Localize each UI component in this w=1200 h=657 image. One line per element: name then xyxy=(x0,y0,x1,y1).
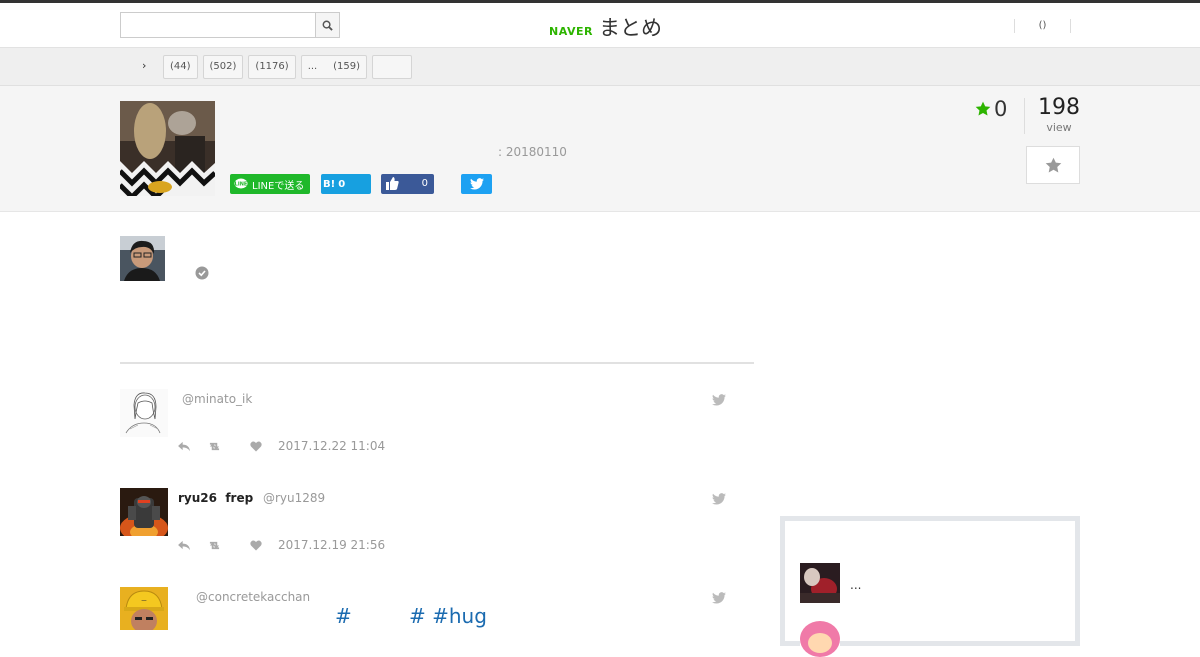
favorite-button[interactable] xyxy=(1026,146,1080,184)
twitter-icon[interactable] xyxy=(712,394,726,406)
tag-link[interactable]: ... (159) xyxy=(300,55,368,79)
site-logo[interactable]: NAVER まとめ xyxy=(549,12,662,42)
author-avatar[interactable] xyxy=(120,236,165,281)
like-heart-icon[interactable] xyxy=(250,540,262,551)
hatena-bookmark-button[interactable]: B! 0 xyxy=(321,174,371,194)
embedded-tweet: @minato_ik 2017.12.22 11:04 xyxy=(120,389,730,459)
tag-link[interactable]: (502) xyxy=(202,55,244,79)
tweet-author-handle[interactable]: @ryu1289 xyxy=(263,491,325,505)
tweet-avatar[interactable] xyxy=(120,389,168,437)
search-button[interactable] xyxy=(315,13,339,37)
related-thumbnail[interactable] xyxy=(800,617,840,657)
breadcrumb: › xyxy=(120,59,146,72)
facebook-count: 0 xyxy=(403,176,434,192)
favorite-count-value: 0 xyxy=(994,97,1008,121)
star-icon xyxy=(1045,157,1061,172)
tag-list: (44) (502) (1176) ... (159) xyxy=(163,55,413,79)
svg-text:ー: ー xyxy=(141,598,147,605)
hatena-count: 0 xyxy=(338,178,346,190)
category-bar: › (44) (502) (1176) ... (159) xyxy=(0,48,1200,86)
tweet-author-name[interactable]: ryu26 frep xyxy=(178,491,253,505)
article-date: : 20180110 xyxy=(498,145,567,159)
site-header: NAVER まとめ () xyxy=(0,3,1200,48)
line-share-button[interactable]: LINE LINEで送る xyxy=(230,174,310,194)
hatena-label: B! xyxy=(323,178,336,190)
tweet-avatar[interactable]: ー xyxy=(120,587,168,630)
tweet-avatar[interactable] xyxy=(120,488,168,536)
retweet-icon[interactable] xyxy=(207,441,222,452)
retweet-icon[interactable] xyxy=(207,540,222,551)
related-thumbnail[interactable] xyxy=(800,563,840,603)
search-icon xyxy=(322,20,333,31)
tweet-author-handle[interactable]: @concretekacchan xyxy=(196,590,310,604)
favorite-count: 0 xyxy=(975,97,1007,121)
facebook-like-button[interactable]: 0 xyxy=(381,174,434,194)
star-icon xyxy=(975,101,991,116)
tweet-actions: 2017.12.22 11:04 xyxy=(178,439,385,453)
view-counter: 198 view xyxy=(1036,95,1082,134)
tag-label: ... xyxy=(307,61,318,72)
related-title[interactable]: ... xyxy=(850,578,861,592)
related-matome-box: ... xyxy=(780,516,1080,657)
twitter-icon[interactable] xyxy=(712,592,726,604)
tweet-timestamp[interactable]: 2017.12.19 21:56 xyxy=(278,538,385,552)
line-icon: LINE xyxy=(234,178,248,189)
breadcrumb-separator: › xyxy=(142,59,147,72)
view-label: view xyxy=(1046,121,1072,134)
reply-icon[interactable] xyxy=(178,540,191,551)
search-box xyxy=(120,12,340,38)
article-thumbnail xyxy=(120,101,215,196)
logo-title: まとめ xyxy=(598,16,662,40)
line-share-label: LINEで送る xyxy=(252,180,305,192)
tweet-hashtags[interactable]: # # #hug xyxy=(335,604,487,628)
embedded-tweet: ryu26 frep @ryu1289 2017.12.19 21:56 xyxy=(120,488,730,558)
search-input[interactable] xyxy=(121,13,315,37)
tweet-timestamp[interactable]: 2017.12.22 11:04 xyxy=(278,439,385,453)
reply-icon[interactable] xyxy=(178,441,191,452)
twitter-icon[interactable] xyxy=(712,493,726,505)
twitter-bird-icon xyxy=(469,178,484,190)
tag-count: (159) xyxy=(333,61,361,72)
tag-link[interactable]: (1176) xyxy=(248,55,296,79)
tweet-actions: 2017.12.19 21:56 xyxy=(178,538,385,552)
logo-brand: NAVER xyxy=(549,25,593,38)
tweet-author-handle[interactable]: @minato_ik xyxy=(182,392,252,406)
embedded-tweet: ー @concretekacchan # # #hug xyxy=(120,587,730,630)
verified-icon xyxy=(195,266,209,280)
view-count: 198 xyxy=(1038,95,1080,120)
tag-link[interactable] xyxy=(372,55,413,79)
article-header: : 20180110 LINE LINEで送る B! 0 0 0 198 vie… xyxy=(0,86,1200,212)
thumbs-up-icon xyxy=(386,177,399,190)
stats-divider xyxy=(1024,98,1025,134)
content-divider xyxy=(120,362,754,364)
tag-link[interactable]: (44) xyxy=(163,55,198,79)
twitter-share-button[interactable] xyxy=(461,174,492,194)
like-heart-icon[interactable] xyxy=(250,441,262,452)
svg-text:LINE: LINE xyxy=(235,182,248,188)
header-user-links[interactable]: () xyxy=(1014,19,1071,33)
